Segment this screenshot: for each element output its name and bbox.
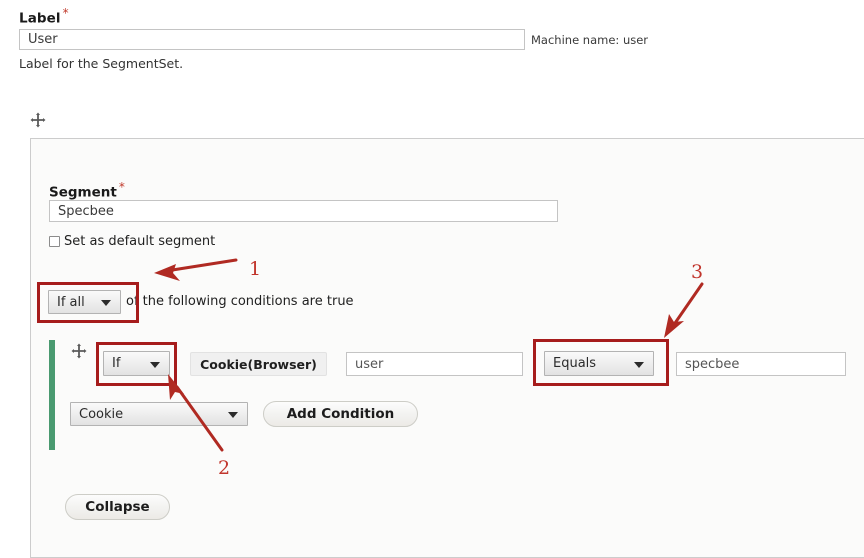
default-segment-row[interactable]: Set as default segment — [49, 234, 215, 249]
add-condition-plugin-select[interactable]: Cookie — [70, 402, 248, 426]
annotation-number-3: 3 — [691, 261, 704, 283]
annotation-box-2 — [96, 342, 177, 386]
move-cross-icon — [71, 343, 87, 359]
condition-logic-text: of the following conditions are true — [126, 294, 354, 309]
cookie-name-input[interactable] — [346, 352, 523, 376]
segment-drag-handle[interactable] — [30, 112, 46, 128]
cookie-value-input[interactable] — [676, 352, 846, 376]
annotation-box-3 — [533, 339, 669, 386]
move-cross-icon — [30, 112, 46, 128]
collapse-button[interactable]: Collapse — [65, 494, 170, 520]
segment-input[interactable] — [49, 200, 558, 222]
annotation-number-1: 1 — [249, 258, 262, 280]
condition-plugin-label[interactable]: Cookie(Browser) — [190, 352, 327, 376]
default-segment-checkbox[interactable] — [49, 236, 60, 247]
segment-field-title: Segment * — [49, 180, 125, 201]
required-asterisk: * — [62, 6, 69, 20]
condition-drag-handle[interactable] — [71, 343, 87, 359]
segment-field-title-text: Segment — [49, 184, 117, 201]
add-condition-plugin-value: Cookie — [79, 406, 124, 422]
add-condition-button[interactable]: Add Condition — [263, 401, 418, 427]
label-field-title: Label * — [19, 6, 69, 27]
condition-group-accent-bar — [49, 340, 55, 450]
label-input[interactable] — [19, 29, 525, 50]
machine-name-text: Machine name: user — [531, 33, 649, 47]
annotation-box-1 — [37, 282, 139, 323]
segment-required-asterisk: * — [118, 180, 125, 194]
chevron-down-icon — [228, 412, 238, 418]
default-segment-label: Set as default segment — [64, 234, 216, 249]
annotation-number-2: 2 — [218, 457, 231, 479]
label-field-description: Label for the SegmentSet. — [19, 56, 184, 71]
label-field-title-text: Label — [19, 10, 61, 27]
